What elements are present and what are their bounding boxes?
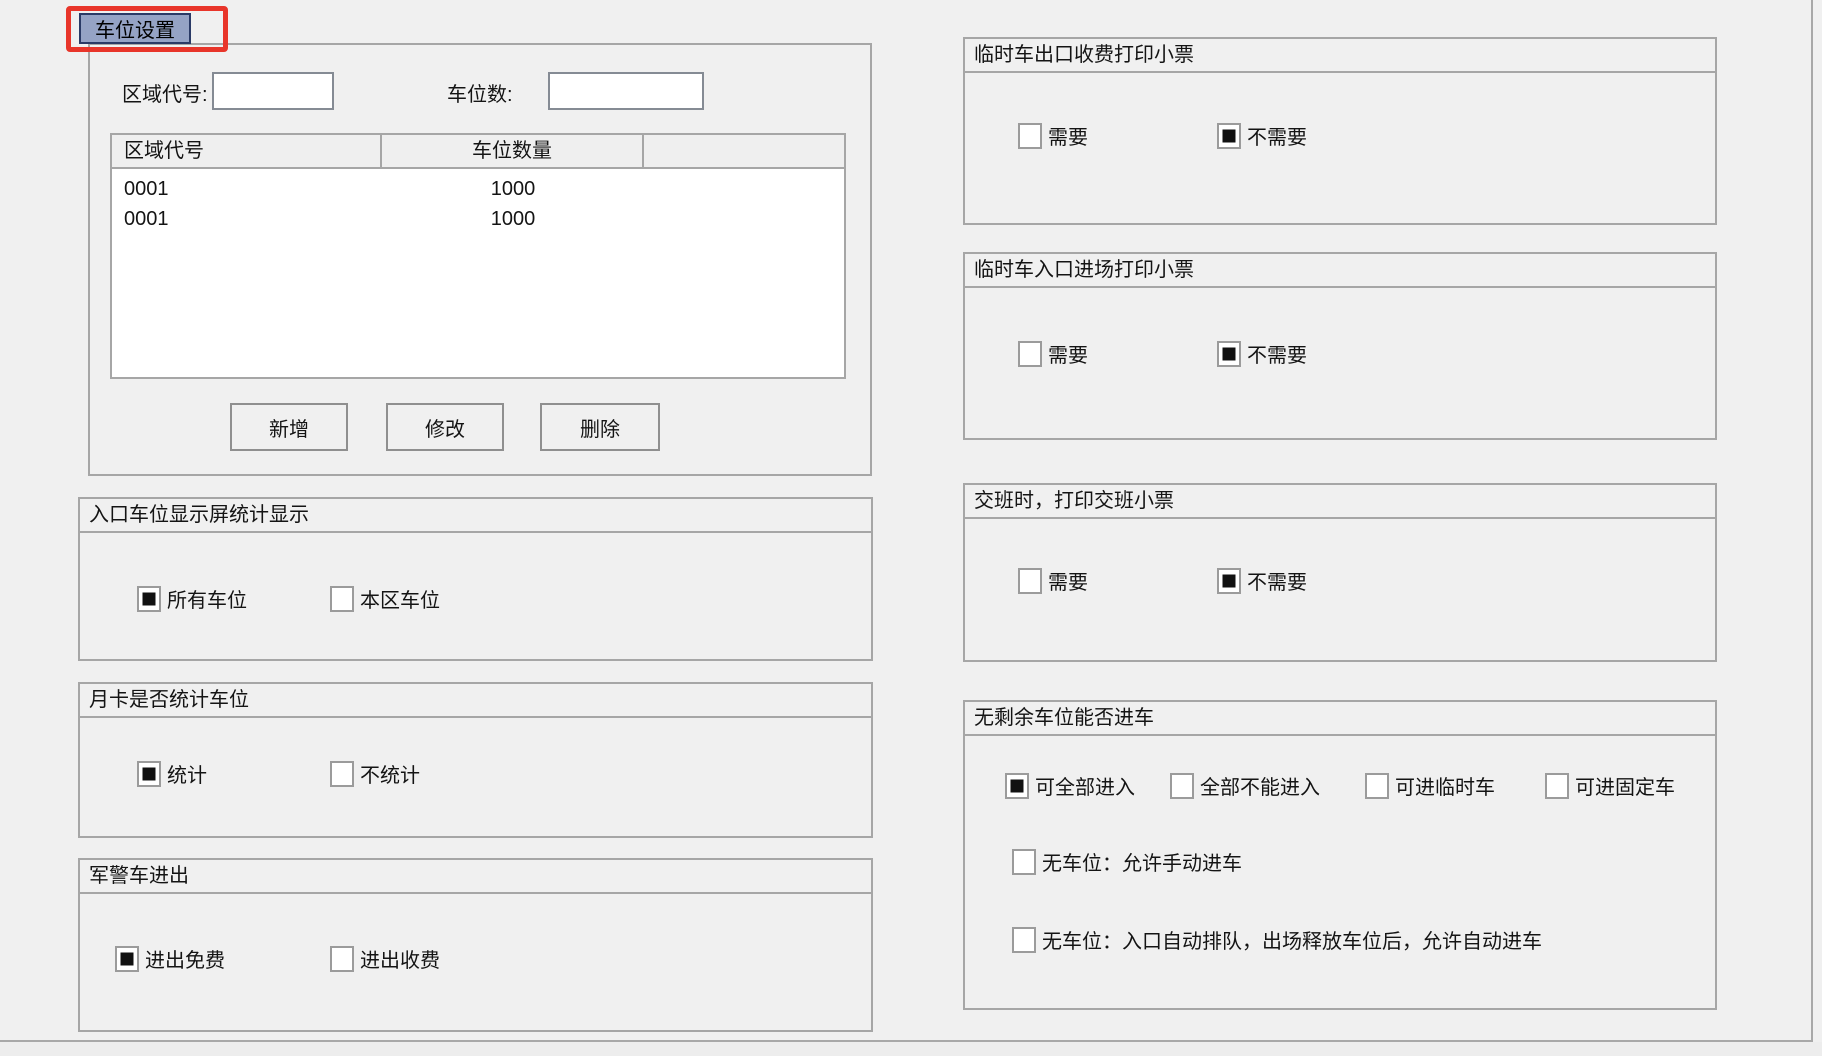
annotation-highlight-box bbox=[66, 6, 228, 52]
group-entrance-display-stats: 入口车位显示屏统计显示 所有车位 本区车位 bbox=[78, 497, 873, 661]
checkbox-count[interactable] bbox=[137, 761, 161, 787]
parking-form-groupbox: 区域代号: 车位数: 区域代号 车位数量 0001 1000 0001 1000… bbox=[88, 43, 872, 476]
checkbox-free-inout[interactable] bbox=[115, 946, 139, 972]
group-title: 交班时，打印交班小票 bbox=[965, 485, 1715, 519]
table-header-empty[interactable] bbox=[644, 135, 844, 167]
panel-right-edge bbox=[1811, 0, 1813, 1042]
checkbox-allow-fixed[interactable] bbox=[1545, 773, 1569, 799]
bottom-strip bbox=[0, 1042, 1822, 1056]
option-label: 可进固定车 bbox=[1575, 771, 1675, 800]
group-title: 军警车进出 bbox=[80, 860, 871, 894]
option-label: 不需要 bbox=[1247, 121, 1307, 150]
option-label: 需要 bbox=[1048, 121, 1088, 150]
option-no-need: 不需要 bbox=[1217, 566, 1307, 595]
option-allow-all: 可全部进入 bbox=[1005, 771, 1135, 800]
option-not-count: 不统计 bbox=[330, 759, 420, 788]
option-label: 需要 bbox=[1048, 566, 1088, 595]
group-title: 入口车位显示屏统计显示 bbox=[80, 499, 871, 533]
option-label: 不统计 bbox=[360, 759, 420, 788]
checkbox-deny-all[interactable] bbox=[1170, 773, 1194, 799]
delete-button[interactable]: 删除 bbox=[540, 403, 660, 451]
space-count-input[interactable] bbox=[548, 72, 704, 110]
checkbox-no-need[interactable] bbox=[1217, 123, 1241, 149]
option-need: 需要 bbox=[1018, 339, 1088, 368]
checkbox-no-need[interactable] bbox=[1217, 568, 1241, 594]
option-label: 需要 bbox=[1048, 339, 1088, 368]
option-free-inout: 进出免费 bbox=[115, 944, 225, 973]
option-no-need: 不需要 bbox=[1217, 121, 1307, 150]
checkbox-all-spaces[interactable] bbox=[137, 586, 161, 612]
option-need: 需要 bbox=[1018, 566, 1088, 595]
group-title: 月卡是否统计车位 bbox=[80, 684, 871, 718]
checkbox-need[interactable] bbox=[1018, 341, 1042, 367]
group-title: 无剩余车位能否进车 bbox=[965, 702, 1715, 736]
option-label: 所有车位 bbox=[167, 584, 247, 613]
option-manual-entry: 无车位：允许手动进车 bbox=[1012, 847, 1242, 876]
checkbox-not-count[interactable] bbox=[330, 761, 354, 787]
modify-button[interactable]: 修改 bbox=[386, 403, 504, 451]
checkbox-this-area-spaces[interactable] bbox=[330, 586, 354, 612]
option-this-area-spaces: 本区车位 bbox=[330, 584, 440, 613]
option-allow-temp: 可进临时车 bbox=[1365, 771, 1495, 800]
checkbox-manual-entry[interactable] bbox=[1012, 849, 1036, 875]
cell-space-count: 1000 bbox=[382, 204, 644, 234]
add-button[interactable]: 新增 bbox=[230, 403, 348, 451]
option-allow-fixed: 可进固定车 bbox=[1545, 771, 1675, 800]
checkbox-auto-queue-entry[interactable] bbox=[1012, 927, 1036, 953]
option-no-need: 不需要 bbox=[1217, 339, 1307, 368]
space-count-label: 车位数: bbox=[447, 78, 513, 107]
option-deny-all: 全部不能进入 bbox=[1170, 771, 1320, 800]
option-label: 全部不能进入 bbox=[1200, 771, 1320, 800]
option-label: 可进临时车 bbox=[1395, 771, 1495, 800]
option-all-spaces: 所有车位 bbox=[137, 584, 247, 613]
group-no-remaining-spaces: 无剩余车位能否进车 可全部进入 全部不能进入 可进临时车 可进固定车 无车位：允… bbox=[963, 700, 1717, 1010]
option-label: 统计 bbox=[167, 759, 207, 788]
group-military-police-vehicles: 军警车进出 进出免费 进出收费 bbox=[78, 858, 873, 1032]
area-code-input[interactable] bbox=[212, 72, 334, 110]
checkbox-need[interactable] bbox=[1018, 123, 1042, 149]
cell-space-count: 1000 bbox=[382, 174, 644, 204]
group-temp-exit-receipt: 临时车出口收费打印小票 需要 不需要 bbox=[963, 37, 1717, 225]
table-body: 0001 1000 0001 1000 bbox=[112, 169, 844, 377]
table-row[interactable]: 0001 1000 bbox=[112, 204, 844, 234]
table-header-space-count[interactable]: 车位数量 bbox=[382, 135, 644, 167]
table-row[interactable]: 0001 1000 bbox=[112, 174, 844, 204]
group-shift-change-receipt: 交班时，打印交班小票 需要 不需要 bbox=[963, 483, 1717, 662]
checkbox-charged-inout[interactable] bbox=[330, 946, 354, 972]
table-header-row: 区域代号 车位数量 bbox=[112, 135, 844, 169]
group-title: 临时车出口收费打印小票 bbox=[965, 39, 1715, 73]
checkbox-need[interactable] bbox=[1018, 568, 1042, 594]
group-temp-entry-receipt: 临时车入口进场打印小票 需要 不需要 bbox=[963, 252, 1717, 440]
cell-area-code: 0001 bbox=[112, 174, 382, 204]
option-count: 统计 bbox=[137, 759, 207, 788]
group-title: 临时车入口进场打印小票 bbox=[965, 254, 1715, 288]
parking-area-table: 区域代号 车位数量 0001 1000 0001 1000 bbox=[110, 133, 846, 379]
area-code-label: 区域代号: bbox=[122, 78, 208, 107]
option-label: 进出收费 bbox=[360, 944, 440, 973]
checkbox-allow-temp[interactable] bbox=[1365, 773, 1389, 799]
option-charged-inout: 进出收费 bbox=[330, 944, 440, 973]
group-monthly-card-count: 月卡是否统计车位 统计 不统计 bbox=[78, 682, 873, 838]
option-label: 进出免费 bbox=[145, 944, 225, 973]
option-label: 不需要 bbox=[1247, 566, 1307, 595]
option-label: 无车位：允许手动进车 bbox=[1042, 847, 1242, 876]
checkbox-no-need[interactable] bbox=[1217, 341, 1241, 367]
option-label: 本区车位 bbox=[360, 584, 440, 613]
option-label: 可全部进入 bbox=[1035, 771, 1135, 800]
option-label: 无车位：入口自动排队，出场释放车位后，允许自动进车 bbox=[1042, 925, 1542, 954]
table-header-area-code[interactable]: 区域代号 bbox=[112, 135, 382, 167]
option-label: 不需要 bbox=[1247, 339, 1307, 368]
option-need: 需要 bbox=[1018, 121, 1088, 150]
option-auto-queue-entry: 无车位：入口自动排队，出场释放车位后，允许自动进车 bbox=[1012, 925, 1542, 954]
checkbox-allow-all[interactable] bbox=[1005, 773, 1029, 799]
cell-area-code: 0001 bbox=[112, 204, 382, 234]
